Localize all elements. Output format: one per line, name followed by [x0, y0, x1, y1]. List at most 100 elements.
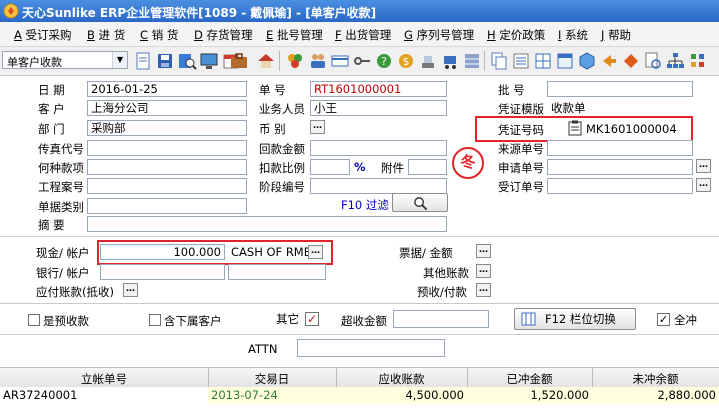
discount-field[interactable] — [310, 159, 350, 175]
colors-icon[interactable] — [285, 51, 305, 71]
voucher-template-field[interactable]: 收款单 — [547, 100, 693, 116]
attn-label: ATTN — [248, 342, 278, 356]
column-header-ar-no[interactable]: 立帐单号 — [0, 371, 208, 387]
apps-grid-icon[interactable] — [688, 51, 708, 71]
new-doc-icon[interactable] — [133, 51, 153, 71]
cell-ar-no[interactable]: AR37240001 — [0, 387, 208, 404]
bank-account-field[interactable] — [228, 264, 326, 280]
include-sub-checkbox[interactable] — [149, 314, 161, 326]
doctype-field[interactable] — [87, 198, 247, 214]
over-amount-label: 超收金额 — [341, 314, 387, 328]
disk-save-icon[interactable] — [155, 51, 175, 71]
fax-label: 传真代号 — [38, 142, 84, 156]
summary-field[interactable] — [87, 216, 447, 232]
cart-icon[interactable] — [440, 51, 460, 71]
source-label: 来源单号 — [498, 142, 544, 156]
scale-icon[interactable] — [418, 51, 438, 71]
cash-label: 现金/ 帐户 — [36, 246, 90, 260]
column-header-offset[interactable]: 已冲金额 — [467, 371, 592, 387]
menu-order-purchase[interactable]: A 受订采购 — [14, 27, 72, 43]
select-all-checkbox[interactable]: ✓ — [657, 313, 670, 326]
is-prepaid-label: 是预收款 — [43, 314, 89, 328]
is-prepaid-checkbox[interactable] — [28, 314, 40, 326]
dept-field[interactable]: 采购部 — [87, 120, 247, 136]
cell-receivable[interactable]: 4,500.000 — [336, 387, 467, 404]
bank-amount-field[interactable] — [100, 264, 225, 280]
attach-field[interactable] — [408, 159, 447, 175]
list-icon[interactable] — [511, 51, 531, 71]
date-field[interactable]: 2016-01-25 — [87, 81, 247, 97]
menu-purchase-in[interactable]: B 进 货 — [87, 27, 125, 43]
diamond-icon[interactable] — [621, 51, 641, 71]
question-icon[interactable]: ? — [374, 51, 394, 71]
batch-label: 批 号 — [498, 83, 525, 97]
batch-field[interactable] — [547, 81, 693, 97]
apply-lookup-button[interactable]: … — [696, 159, 711, 173]
customer-field[interactable]: 上海分公司 — [87, 100, 247, 116]
column-header-balance[interactable]: 未冲余额 — [592, 371, 719, 387]
cell-date[interactable]: 2013-07-24 — [208, 387, 336, 404]
menu-help[interactable]: J 帮助 — [601, 27, 631, 43]
chevron-down-icon[interactable]: ▼ — [112, 52, 127, 68]
tree-icon[interactable] — [665, 51, 685, 71]
forward-icon[interactable] — [599, 51, 619, 71]
f12-toggle-button[interactable]: F12 栏位切换 — [514, 308, 636, 330]
other-accounts-lookup-button[interactable]: … — [476, 264, 491, 278]
payitem-field[interactable] — [87, 159, 247, 175]
users-icon[interactable] — [308, 51, 328, 71]
payable-lookup-button[interactable]: … — [123, 283, 138, 297]
order-label: 受订单号 — [498, 180, 544, 194]
copy-icon[interactable] — [489, 51, 509, 71]
menu-system[interactable]: I 系统 — [558, 27, 588, 43]
over-amount-field[interactable] — [393, 310, 489, 328]
cash-amount-field[interactable]: 100.000 — [100, 244, 225, 260]
cube-icon[interactable] — [577, 51, 597, 71]
house-icon[interactable] — [256, 51, 276, 71]
menu-pricing[interactable]: H 定价政策 — [487, 27, 545, 43]
grid-icon[interactable] — [533, 51, 553, 71]
menu-shipping[interactable]: F 出货管理 — [335, 27, 391, 43]
salesman-label: 业务人员 — [259, 102, 305, 116]
order-field[interactable] — [547, 178, 693, 194]
stage-field[interactable] — [310, 178, 447, 194]
title-bar: 天心Sunlike ERP企业管理软件[1089 - 戴佩瑜] - [单客户收款… — [0, 0, 719, 22]
filter-search-button[interactable] — [392, 193, 448, 212]
monitor-icon[interactable] — [199, 51, 219, 71]
prepaid-lookup-button[interactable]: … — [476, 283, 491, 297]
bill-lookup-button[interactable]: … — [476, 244, 491, 258]
svg-text:?: ? — [381, 55, 387, 68]
cell-offset[interactable]: 1,520.000 — [467, 387, 592, 404]
print-preview-icon[interactable] — [643, 51, 663, 71]
menu-batch[interactable]: E 批号管理 — [266, 27, 323, 43]
clipboard-icon[interactable] — [568, 120, 582, 136]
briefcase-icon[interactable] — [229, 51, 249, 71]
table-row[interactable]: AR37240001 2013-07-24 4,500.000 1,520.00… — [0, 387, 719, 404]
other-checkbox[interactable]: ✓ — [305, 312, 319, 326]
cell-balance[interactable]: 2,880.000 — [592, 387, 719, 404]
dollar-icon[interactable]: $ — [396, 51, 416, 71]
menu-sales[interactable]: C 销 货 — [140, 27, 178, 43]
fax-field[interactable] — [87, 140, 247, 156]
order-lookup-button[interactable]: … — [696, 178, 711, 192]
menu-serial[interactable]: G 序列号管理 — [404, 27, 474, 43]
apply-field[interactable] — [547, 159, 693, 175]
attn-field[interactable] — [297, 339, 445, 357]
search-doc-icon[interactable] — [177, 51, 197, 71]
currency-lookup-button[interactable]: … — [310, 120, 325, 134]
form-select[interactable]: 单客户收款 ▼ — [2, 51, 128, 69]
shelf-icon[interactable] — [462, 51, 482, 71]
docno-field[interactable]: RT1601000001 — [310, 81, 447, 97]
column-header-date[interactable]: 交易日 — [208, 371, 336, 387]
salesman-field[interactable]: 小王 — [310, 100, 447, 116]
card-icon[interactable] — [330, 51, 350, 71]
column-header-receivable[interactable]: 应收账款 — [336, 371, 467, 387]
menu-inventory[interactable]: D 存货管理 — [194, 27, 253, 43]
project-field[interactable] — [87, 178, 247, 194]
key-icon[interactable] — [352, 51, 372, 71]
cash-account-lookup-button[interactable]: … — [308, 245, 323, 259]
form-area: 日 期 2016-01-25 客 户 上海分公司 部 门 采购部 传真代号 何种… — [0, 76, 719, 408]
voucher-no-value[interactable]: MK1601000004 — [586, 122, 677, 136]
table-icon[interactable] — [555, 51, 575, 71]
refund-field[interactable] — [310, 140, 447, 156]
source-field[interactable] — [547, 140, 693, 156]
